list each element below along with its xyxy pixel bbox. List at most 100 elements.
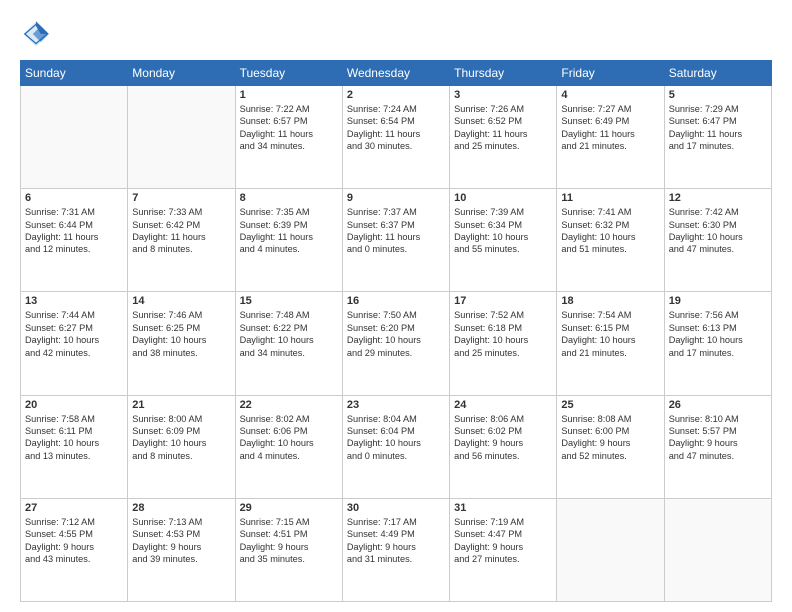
day-info: Sunrise: 7:54 AM Sunset: 6:15 PM Dayligh… xyxy=(561,309,659,359)
page: SundayMondayTuesdayWednesdayThursdayFrid… xyxy=(0,0,792,612)
day-info: Sunrise: 7:13 AM Sunset: 4:53 PM Dayligh… xyxy=(132,516,230,566)
day-number: 22 xyxy=(240,399,338,411)
calendar-cell: 13 Sunrise: 7:44 AM Sunset: 6:27 PM Dayli… xyxy=(21,292,128,395)
weekday-header: Saturday xyxy=(664,61,771,86)
calendar-week-row: 1 Sunrise: 7:22 AM Sunset: 6:57 PM Daylig… xyxy=(21,86,772,189)
weekday-header: Wednesday xyxy=(342,61,449,86)
day-number: 31 xyxy=(454,502,552,514)
day-info: Sunrise: 8:02 AM Sunset: 6:06 PM Dayligh… xyxy=(240,413,338,463)
day-info: Sunrise: 7:39 AM Sunset: 6:34 PM Dayligh… xyxy=(454,206,552,256)
calendar-week-row: 20 Sunrise: 7:58 AM Sunset: 6:11 PM Dayli… xyxy=(21,395,772,498)
day-info: Sunrise: 7:46 AM Sunset: 6:25 PM Dayligh… xyxy=(132,309,230,359)
calendar-cell: 18Sunrise: 7:54 AM Sunset: 6:15 PM Dayli… xyxy=(557,292,664,395)
day-number: 9 xyxy=(347,192,445,204)
day-info: Sunrise: 8:08 AM Sunset: 6:00 PM Dayligh… xyxy=(561,413,659,463)
day-info: Sunrise: 7:35 AM Sunset: 6:39 PM Dayligh… xyxy=(240,206,338,256)
day-info: Sunrise: 7:50 AM Sunset: 6:20 PM Dayligh… xyxy=(347,309,445,359)
day-number: 8 xyxy=(240,192,338,204)
day-info: Sunrise: 7:12 AM Sunset: 4:55 PM Dayligh… xyxy=(25,516,123,566)
day-number: 12 xyxy=(669,192,767,204)
logo xyxy=(20,18,58,50)
calendar-cell: 24Sunrise: 8:06 AM Sunset: 6:02 PM Dayli… xyxy=(450,395,557,498)
calendar-cell xyxy=(128,86,235,189)
calendar-cell: 30 Sunrise: 7:17 AM Sunset: 4:49 PM Dayli… xyxy=(342,498,449,601)
day-number: 4 xyxy=(561,89,659,101)
day-info: Sunrise: 7:17 AM Sunset: 4:49 PM Dayligh… xyxy=(347,516,445,566)
day-info: Sunrise: 7:19 AM Sunset: 4:47 PM Dayligh… xyxy=(454,516,552,566)
calendar-cell: 19 Sunrise: 7:56 AM Sunset: 6:13 PM Dayli… xyxy=(664,292,771,395)
calendar-header-row: SundayMondayTuesdayWednesdayThursdayFrid… xyxy=(21,61,772,86)
day-info: Sunrise: 7:29 AM Sunset: 6:47 PM Dayligh… xyxy=(669,103,767,153)
day-number: 6 xyxy=(25,192,123,204)
calendar-cell: 23Sunrise: 8:04 AM Sunset: 6:04 PM Dayli… xyxy=(342,395,449,498)
day-info: Sunrise: 7:24 AM Sunset: 6:54 PM Dayligh… xyxy=(347,103,445,153)
day-number: 26 xyxy=(669,399,767,411)
calendar-cell: 26Sunrise: 8:10 AM Sunset: 5:57 PM Dayli… xyxy=(664,395,771,498)
calendar-cell: 29Sunrise: 7:15 AM Sunset: 4:51 PM Dayli… xyxy=(235,498,342,601)
calendar-table: SundayMondayTuesdayWednesdayThursdayFrid… xyxy=(20,60,772,602)
day-number: 13 xyxy=(25,295,123,307)
calendar-cell: 31 Sunrise: 7:19 AM Sunset: 4:47 PM Dayli… xyxy=(450,498,557,601)
day-number: 10 xyxy=(454,192,552,204)
day-number: 27 xyxy=(25,502,123,514)
day-info: Sunrise: 7:56 AM Sunset: 6:13 PM Dayligh… xyxy=(669,309,767,359)
calendar-cell: 2 Sunrise: 7:24 AM Sunset: 6:54 PM Daylig… xyxy=(342,86,449,189)
calendar-cell: 14 Sunrise: 7:46 AM Sunset: 6:25 PM Dayli… xyxy=(128,292,235,395)
day-info: Sunrise: 8:00 AM Sunset: 6:09 PM Dayligh… xyxy=(132,413,230,463)
day-number: 15 xyxy=(240,295,338,307)
calendar-week-row: 27 Sunrise: 7:12 AM Sunset: 4:55 PM Dayli… xyxy=(21,498,772,601)
day-info: Sunrise: 8:04 AM Sunset: 6:04 PM Dayligh… xyxy=(347,413,445,463)
day-number: 3 xyxy=(454,89,552,101)
calendar-cell: 7 Sunrise: 7:33 AM Sunset: 6:42 PM Daylig… xyxy=(128,189,235,292)
weekday-header: Sunday xyxy=(21,61,128,86)
calendar-cell xyxy=(557,498,664,601)
calendar-cell: 25Sunrise: 8:08 AM Sunset: 6:00 PM Dayli… xyxy=(557,395,664,498)
calendar-cell: 4 Sunrise: 7:27 AM Sunset: 6:49 PM Daylig… xyxy=(557,86,664,189)
logo-icon xyxy=(20,18,52,50)
day-info: Sunrise: 7:15 AM Sunset: 4:51 PM Dayligh… xyxy=(240,516,338,566)
day-number: 20 xyxy=(25,399,123,411)
calendar-cell: 10 Sunrise: 7:39 AM Sunset: 6:34 PM Dayli… xyxy=(450,189,557,292)
day-info: Sunrise: 7:31 AM Sunset: 6:44 PM Dayligh… xyxy=(25,206,123,256)
day-info: Sunrise: 7:58 AM Sunset: 6:11 PM Dayligh… xyxy=(25,413,123,463)
day-number: 24 xyxy=(454,399,552,411)
calendar-cell xyxy=(664,498,771,601)
day-info: Sunrise: 7:44 AM Sunset: 6:27 PM Dayligh… xyxy=(25,309,123,359)
day-info: Sunrise: 7:22 AM Sunset: 6:57 PM Dayligh… xyxy=(240,103,338,153)
calendar-cell: 27 Sunrise: 7:12 AM Sunset: 4:55 PM Dayli… xyxy=(21,498,128,601)
day-number: 2 xyxy=(347,89,445,101)
day-number: 11 xyxy=(561,192,659,204)
calendar-cell: 3 Sunrise: 7:26 AM Sunset: 6:52 PM Daylig… xyxy=(450,86,557,189)
calendar-week-row: 13 Sunrise: 7:44 AM Sunset: 6:27 PM Dayli… xyxy=(21,292,772,395)
day-number: 1 xyxy=(240,89,338,101)
day-number: 7 xyxy=(132,192,230,204)
day-info: Sunrise: 7:27 AM Sunset: 6:49 PM Dayligh… xyxy=(561,103,659,153)
day-info: Sunrise: 7:26 AM Sunset: 6:52 PM Dayligh… xyxy=(454,103,552,153)
calendar-cell: 22 Sunrise: 8:02 AM Sunset: 6:06 PM Dayli… xyxy=(235,395,342,498)
day-number: 28 xyxy=(132,502,230,514)
calendar-cell: 20 Sunrise: 7:58 AM Sunset: 6:11 PM Dayli… xyxy=(21,395,128,498)
day-info: Sunrise: 7:37 AM Sunset: 6:37 PM Dayligh… xyxy=(347,206,445,256)
day-number: 5 xyxy=(669,89,767,101)
day-info: Sunrise: 7:52 AM Sunset: 6:18 PM Dayligh… xyxy=(454,309,552,359)
calendar-cell: 11 Sunrise: 7:41 AM Sunset: 6:32 PM Dayli… xyxy=(557,189,664,292)
calendar-cell: 6 Sunrise: 7:31 AM Sunset: 6:44 PM Daylig… xyxy=(21,189,128,292)
day-info: Sunrise: 7:33 AM Sunset: 6:42 PM Dayligh… xyxy=(132,206,230,256)
calendar-cell: 9 Sunrise: 7:37 AM Sunset: 6:37 PM Daylig… xyxy=(342,189,449,292)
calendar-cell: 12 Sunrise: 7:42 AM Sunset: 6:30 PM Dayli… xyxy=(664,189,771,292)
calendar-cell: 21Sunrise: 8:00 AM Sunset: 6:09 PM Dayli… xyxy=(128,395,235,498)
day-number: 14 xyxy=(132,295,230,307)
calendar-week-row: 6 Sunrise: 7:31 AM Sunset: 6:44 PM Daylig… xyxy=(21,189,772,292)
calendar-cell: 15 Sunrise: 7:48 AM Sunset: 6:22 PM Dayli… xyxy=(235,292,342,395)
calendar-cell: 16 Sunrise: 7:50 AM Sunset: 6:20 PM Dayli… xyxy=(342,292,449,395)
calendar-cell: 17Sunrise: 7:52 AM Sunset: 6:18 PM Dayli… xyxy=(450,292,557,395)
calendar-cell xyxy=(21,86,128,189)
weekday-header: Monday xyxy=(128,61,235,86)
day-number: 30 xyxy=(347,502,445,514)
day-number: 19 xyxy=(669,295,767,307)
day-info: Sunrise: 7:48 AM Sunset: 6:22 PM Dayligh… xyxy=(240,309,338,359)
calendar-cell: 1 Sunrise: 7:22 AM Sunset: 6:57 PM Daylig… xyxy=(235,86,342,189)
day-info: Sunrise: 7:42 AM Sunset: 6:30 PM Dayligh… xyxy=(669,206,767,256)
day-info: Sunrise: 7:41 AM Sunset: 6:32 PM Dayligh… xyxy=(561,206,659,256)
day-number: 16 xyxy=(347,295,445,307)
